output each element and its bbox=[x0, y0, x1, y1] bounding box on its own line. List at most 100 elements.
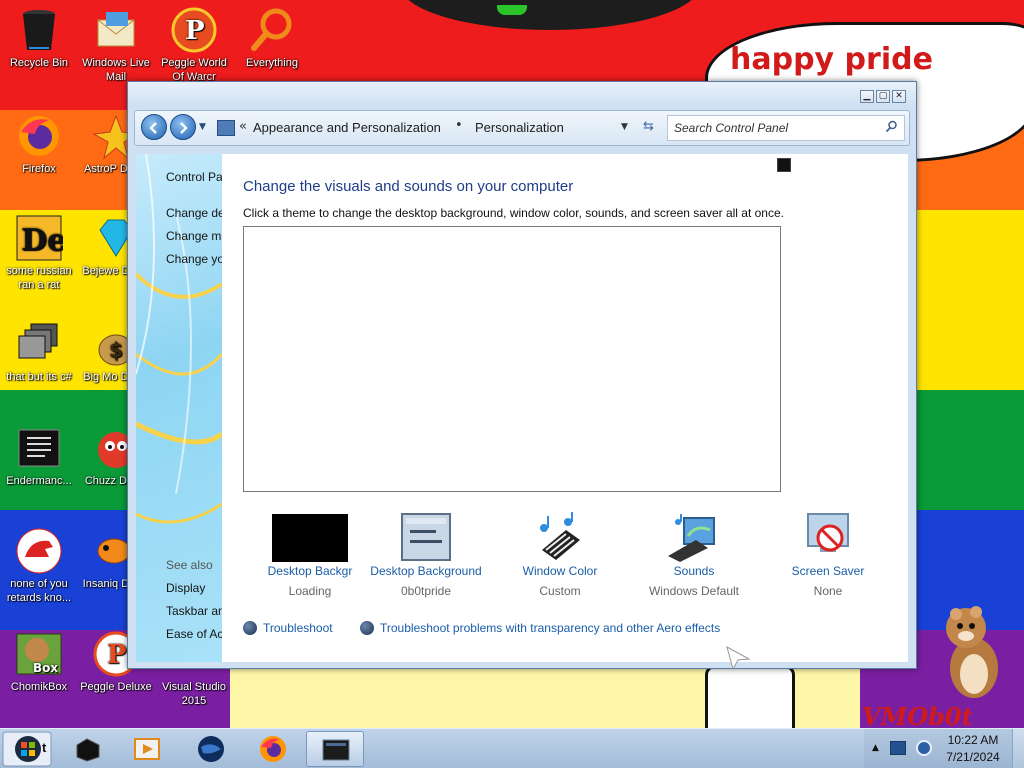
screen-saver-icon bbox=[807, 513, 849, 552]
mouse-cursor-icon bbox=[726, 645, 751, 671]
desktop-icon-windows-live-mail[interactable]: Windows Live Mail bbox=[78, 6, 154, 84]
desktop-icon-that-but-its-c[interactable]: that but its c# bbox=[1, 320, 77, 384]
desktop-icon-everything[interactable]: Everything bbox=[234, 6, 310, 70]
setting-label[interactable]: Window Color bbox=[500, 564, 620, 578]
volume-icon[interactable] bbox=[916, 740, 932, 756]
search-icon[interactable] bbox=[885, 120, 898, 133]
desktop-icon-firefox[interactable]: Firefox bbox=[1, 112, 77, 176]
chomikbox-icon: Box bbox=[16, 633, 62, 675]
theme-list[interactable] bbox=[243, 226, 781, 492]
control-panel-icon bbox=[217, 120, 235, 136]
clock-date[interactable]: 7/21/2024 bbox=[936, 750, 1010, 764]
task-change-account-picture[interactable]: Change yo bbox=[166, 252, 222, 266]
de-app-icon: De bbox=[16, 215, 63, 261]
see-also-display[interactable]: Display bbox=[166, 581, 205, 595]
window-color-icon bbox=[540, 512, 580, 560]
taskbar-black-app[interactable] bbox=[58, 731, 116, 767]
start-button[interactable]: t bbox=[2, 731, 52, 767]
desktop-icon-none-of-you[interactable]: none of you retards kno... bbox=[1, 527, 77, 605]
recycle-bin-icon bbox=[23, 10, 55, 50]
troubleshoot-aero-label[interactable]: Troubleshoot problems with transparency … bbox=[380, 621, 720, 635]
setting-value: Loading bbox=[288, 584, 332, 598]
search-box bbox=[667, 115, 905, 141]
svg-text:P: P bbox=[185, 16, 205, 46]
desktop-icon-chomikbox[interactable]: Box ChomikBox bbox=[1, 630, 77, 694]
desktop-icon-visual-studio[interactable]: Visual Studio 2015 bbox=[156, 680, 232, 708]
breadcrumb-personalization[interactable]: Personalization bbox=[475, 120, 564, 135]
refresh-icon[interactable]: ⇆ bbox=[643, 119, 654, 134]
setting-sounds[interactable]: Sounds Windows Default bbox=[634, 512, 754, 598]
setting-label[interactable]: Screen Saver bbox=[768, 564, 888, 578]
recent-pages-dropdown-icon[interactable]: ▼ bbox=[199, 122, 206, 132]
setting-label[interactable]: Desktop Backgr bbox=[250, 564, 370, 578]
address-dropdown-icon[interactable]: ▼ bbox=[621, 122, 628, 132]
setting-screen-saver[interactable]: Screen Saver None bbox=[768, 512, 888, 598]
peggle-world-icon: P bbox=[171, 7, 217, 53]
setting-window-color[interactable]: Window Color Custom bbox=[500, 512, 620, 598]
desktop-icon-some-russian[interactable]: De some russian ran a rat bbox=[1, 214, 77, 292]
window-titlebar[interactable]: ▁ ▢ ✕ bbox=[128, 82, 916, 106]
svg-text:$: $ bbox=[109, 338, 123, 362]
setting-label[interactable]: Sounds bbox=[634, 564, 754, 578]
task-control-panel-home[interactable]: Control Pa bbox=[166, 170, 222, 184]
help-icon[interactable] bbox=[777, 158, 791, 172]
firefox-icon bbox=[19, 116, 59, 156]
task-pane: Control Pa Change de Change m Change yo … bbox=[136, 154, 222, 662]
see-also-ease-of-access[interactable]: Ease of Ac bbox=[166, 627, 222, 641]
search-input[interactable] bbox=[674, 117, 874, 139]
show-desktop-button[interactable] bbox=[1012, 729, 1024, 768]
desktop-icon-endermanch[interactable]: Endermanc... bbox=[1, 424, 77, 488]
personalization-content: Change the visuals and sounds on your co… bbox=[222, 154, 908, 662]
globe-icon bbox=[198, 736, 224, 762]
windows-stack-icon bbox=[18, 323, 58, 359]
dino-icon bbox=[16, 528, 62, 574]
minimize-button[interactable]: ▁ bbox=[860, 90, 874, 103]
mascot-text: VMOb0t bbox=[862, 702, 973, 728]
troubleshoot-aero-link[interactable]: Troubleshoot problems with transparency … bbox=[360, 621, 720, 635]
desktop-icon-label: ChomikBox bbox=[10, 681, 68, 693]
media-player-icon bbox=[134, 738, 160, 760]
maximize-button[interactable]: ▢ bbox=[876, 90, 890, 103]
setting-desktop-background[interactable]: Desktop Background 0b0tpride bbox=[366, 512, 486, 598]
back-button[interactable] bbox=[141, 114, 167, 140]
sounds-icon bbox=[668, 514, 715, 562]
setting-desktop-background-loading[interactable]: Desktop Backgr Loading bbox=[250, 512, 370, 598]
task-change-desktop-icons[interactable]: Change de bbox=[166, 206, 222, 220]
breadcrumb-appearance-personalization[interactable]: Appearance and Personalization bbox=[253, 120, 441, 135]
taskbar-firefox[interactable] bbox=[244, 731, 302, 767]
terminal-icon bbox=[18, 429, 60, 467]
windows-live-mail-icon bbox=[97, 12, 135, 47]
network-icon[interactable] bbox=[890, 741, 906, 755]
firefox-icon bbox=[260, 736, 286, 762]
forward-button[interactable] bbox=[170, 114, 196, 140]
svg-text:P: P bbox=[107, 640, 127, 670]
show-hidden-icons-icon[interactable]: ▲ bbox=[872, 743, 879, 753]
task-change-mouse-pointers[interactable]: Change m bbox=[166, 229, 221, 243]
page-title: Change the visuals and sounds on your co… bbox=[243, 178, 574, 195]
wallpaper-green-dots bbox=[497, 5, 527, 15]
breadcrumb-overflow[interactable]: « bbox=[239, 119, 247, 134]
setting-label[interactable]: Desktop Background bbox=[366, 564, 486, 578]
breadcrumb-separator[interactable]: • bbox=[455, 118, 463, 133]
control-panel-window: ▁ ▢ ✕ ▼ « Appearance and Personalization… bbox=[127, 81, 917, 669]
clock-time[interactable]: 10:22 AM bbox=[936, 733, 1010, 747]
desktop-icon-peggle-world[interactable]: P Peggle World Of Warcr bbox=[156, 6, 232, 84]
black-box-icon bbox=[76, 738, 100, 762]
desktop-icon-label: Windows Live Mail bbox=[82, 57, 150, 83]
setting-value: 0b0tpride bbox=[400, 584, 452, 598]
close-button[interactable]: ✕ bbox=[892, 90, 906, 103]
svg-text:Box: Box bbox=[33, 661, 58, 675]
taskbar-globe-app[interactable] bbox=[182, 731, 240, 767]
troubleshoot-label[interactable]: Troubleshoot bbox=[263, 621, 333, 635]
setting-value: None bbox=[813, 584, 843, 598]
troubleshoot-link[interactable]: Troubleshoot bbox=[243, 621, 333, 635]
troubleshoot-aero-icon bbox=[360, 621, 374, 635]
black-preview-icon bbox=[272, 514, 348, 562]
desktop-background-icon bbox=[401, 513, 451, 561]
desktop-icon-recycle-bin[interactable]: Recycle Bin bbox=[1, 6, 77, 70]
see-also-taskbar[interactable]: Taskbar an bbox=[166, 604, 222, 618]
desktop-icon-label: Firefox bbox=[22, 163, 56, 175]
taskbar-control-panel[interactable] bbox=[306, 731, 364, 767]
taskbar: t ▲ 10:22 AM 7/21/2024 bbox=[0, 728, 1024, 768]
taskbar-media-player[interactable] bbox=[118, 731, 176, 767]
